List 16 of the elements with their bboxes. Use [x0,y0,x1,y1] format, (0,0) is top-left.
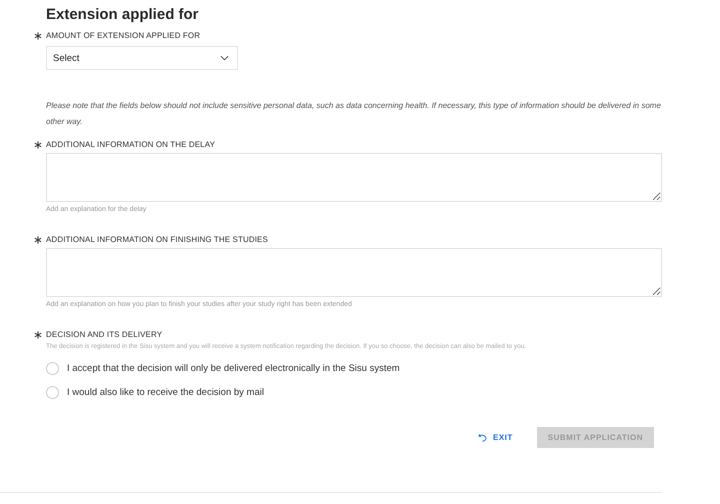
radio-button[interactable] [46,362,59,374]
radio-label[interactable]: I accept that the decision will only be delivered electronically in the Sisu system [67,362,400,374]
section-title: Extension applied for [46,6,200,23]
radio-button[interactable] [46,386,59,398]
amount-dropdown[interactable]: Select [46,46,238,70]
undo-arrow-icon [478,433,487,442]
exit-button[interactable]: EXIT [474,429,517,446]
chevron-down-icon [220,55,229,61]
text-area[interactable] [46,248,662,297]
field-label: ADDITIONAL INFORMATION ON FINISHING THE STUDIES [46,235,268,244]
radio-label[interactable]: I would also like to receive the decision by mail [67,386,264,398]
field-label: AMOUNT OF EXTENSION APPLIED FOR [46,31,200,40]
text-area[interactable] [46,153,662,202]
privacy-notice: Please note that the fields below should not include sensitive personal data, such as data concerning health. If necessary, this type of information should be delivered in some other way. [46,100,662,128]
field-label: ADDITIONAL INFORMATION ON THE DELAY [46,140,215,149]
field-label: DECISION AND ITS DELIVERY [46,330,162,339]
